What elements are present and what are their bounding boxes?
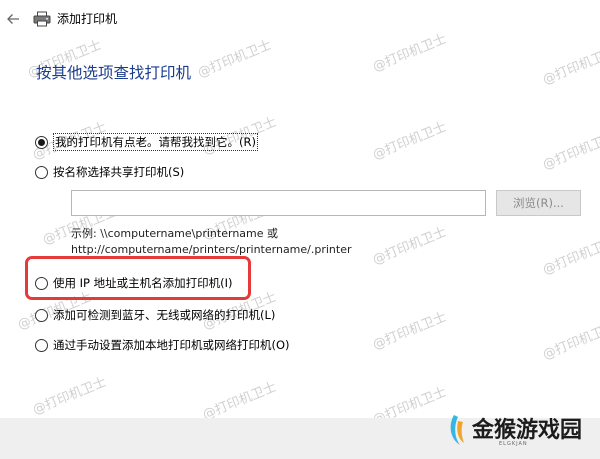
radio-button[interactable]	[35, 338, 48, 352]
radio-button[interactable]	[35, 308, 48, 322]
option-bluetooth-wireless-network[interactable]: 添加可检测到蓝牙、无线或网络的打印机(L)	[35, 305, 275, 325]
title-bar: 添加打印机	[0, 0, 600, 40]
radio-button[interactable]	[35, 165, 48, 179]
add-printer-window: @打印机卫士 @打印机卫士 @打印机卫士 @打印机卫士 @打印机卫士 @打印机卫…	[0, 0, 600, 459]
option-ip-address[interactable]: 使用 IP 地址或主机名添加打印机(I)	[35, 273, 233, 293]
option-shared-printer-by-name[interactable]: 按名称选择共享打印机(S)	[35, 162, 184, 182]
example-text-line2: http://computername/printers/printername…	[71, 243, 352, 256]
example-text-line1: 示例: \\computername\printername 或	[71, 227, 279, 240]
watermark: @打印机卫士	[30, 374, 109, 418]
browse-button[interactable]: 浏览(R)...	[496, 190, 581, 216]
option-printer-old[interactable]: 我的打印机有点老。请帮我找到它。(R)	[35, 132, 258, 152]
option-label: 按名称选择共享打印机(S)	[53, 165, 185, 179]
watermark: @打印机卫士	[370, 224, 449, 268]
option-manual-settings[interactable]: 通过手动设置添加本地打印机或网络打印机(O)	[35, 335, 290, 355]
brand-subtext: ELGKJAN	[499, 441, 528, 447]
printer-icon	[33, 11, 51, 27]
option-label: 使用 IP 地址或主机名添加打印机(I)	[53, 276, 233, 290]
back-arrow-icon[interactable]	[4, 10, 22, 28]
shared-printer-name-input[interactable]	[71, 190, 486, 216]
watermark: @打印机卫士	[540, 129, 600, 173]
watermark: @打印机卫士	[540, 44, 600, 88]
watermark: @打印机卫士	[370, 119, 449, 163]
radio-button[interactable]	[35, 276, 48, 290]
option-label: 我的打印机有点老。请帮我找到它。(R)	[53, 133, 258, 151]
window-title: 添加打印机	[57, 12, 118, 26]
option-label: 添加可检测到蓝牙、无线或网络的打印机(L)	[53, 308, 276, 322]
watermark: @打印机卫士	[200, 379, 279, 423]
page-heading: 按其他选项查找打印机	[36, 64, 192, 82]
option-label: 通过手动设置添加本地打印机或网络打印机(O)	[53, 338, 290, 352]
watermark: @打印机卫士	[195, 37, 274, 81]
watermark: @打印机卫士	[540, 319, 600, 363]
radio-button-checked[interactable]	[35, 135, 48, 149]
watermark: @打印机卫士	[540, 234, 600, 278]
watermark: @打印机卫士	[370, 309, 449, 353]
brand-logo-icon	[448, 411, 470, 451]
